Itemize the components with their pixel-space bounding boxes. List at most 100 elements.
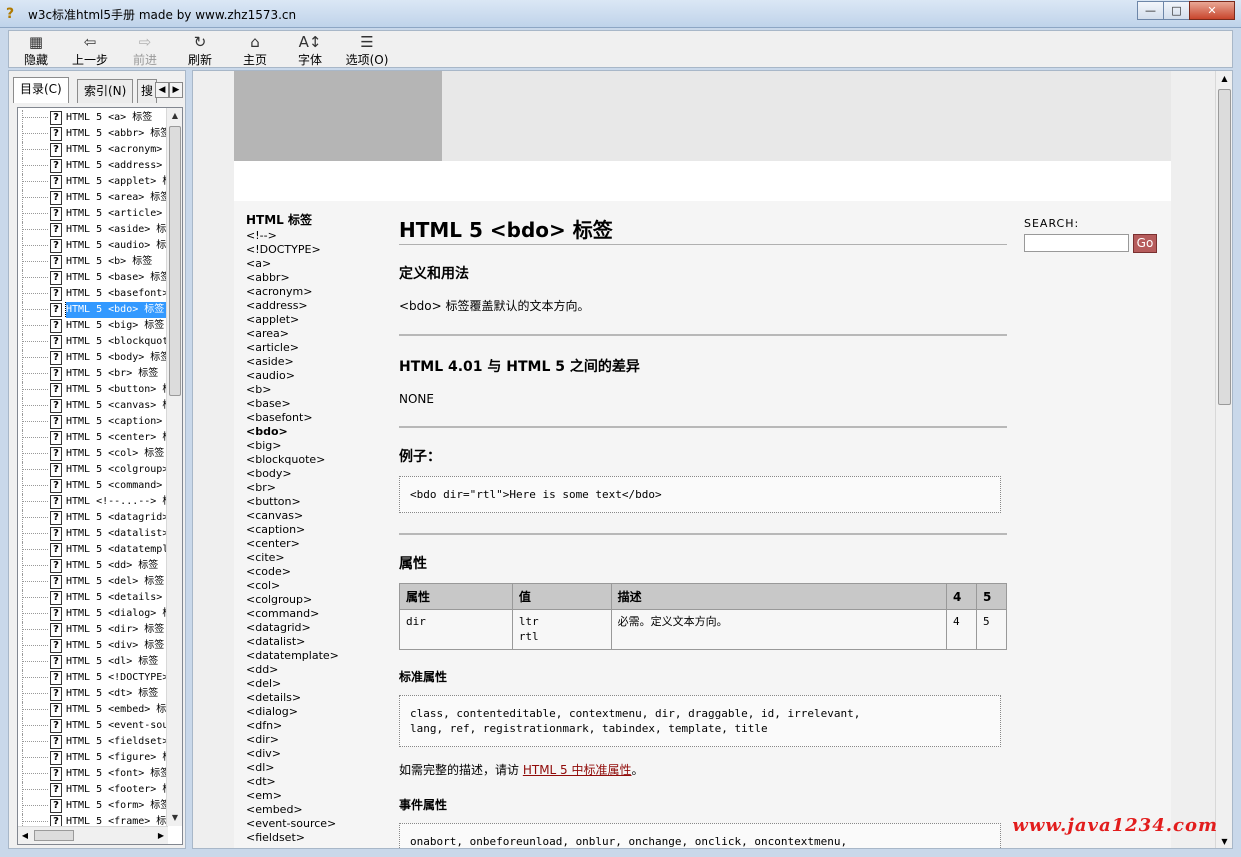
nav-link[interactable]: <embed> [246, 803, 386, 817]
nav-link[interactable]: <dd> [246, 663, 386, 677]
nav-link[interactable]: <colgroup> [246, 593, 386, 607]
nav-link[interactable]: <center> [246, 537, 386, 551]
tree-item[interactable]: ? HTML 5 <blockquote> [18, 334, 168, 350]
tree-item[interactable]: ? HTML 5 <form> 标签 [18, 798, 168, 814]
tree-item[interactable]: ? HTML 5 <datagrid> [18, 510, 168, 526]
tree-item[interactable]: ? HTML 5 <basefont> [18, 286, 168, 302]
tree-item[interactable]: ? HTML 5 <fieldset> [18, 734, 168, 750]
tree-item[interactable]: ? HTML 5 <audio> 标签 [18, 238, 168, 254]
nav-link[interactable]: <dialog> [246, 705, 386, 719]
tree-item[interactable]: ? HTML 5 <center> 标签 [18, 430, 168, 446]
nav-link[interactable]: <canvas> [246, 509, 386, 523]
nav-link[interactable]: <audio> [246, 369, 386, 383]
tree-vertical-scrollbar[interactable]: ▲ ▼ [166, 108, 182, 826]
nav-link[interactable]: <dfn> [246, 719, 386, 733]
tree-item[interactable]: ? HTML 5 <datatemplate> [18, 542, 168, 558]
nav-link[interactable]: <del> [246, 677, 386, 691]
tree-item[interactable]: ? HTML 5 <button> 标签 [18, 382, 168, 398]
nav-link[interactable]: <col> [246, 579, 386, 593]
nav-link[interactable]: <base> [246, 397, 386, 411]
nav-link[interactable]: <dl> [246, 761, 386, 775]
nav-link[interactable]: <div> [246, 747, 386, 761]
scroll-down-icon[interactable]: ▼ [1216, 834, 1232, 848]
tree-item[interactable]: ? HTML 5 <dir> 标签 [18, 622, 168, 638]
nav-link[interactable]: <acronym> [246, 285, 386, 299]
nav-link[interactable]: <big> [246, 439, 386, 453]
font-button[interactable]: A↕ 字体 [285, 33, 335, 68]
home-button[interactable]: ⌂ 主页 [230, 33, 280, 68]
search-input[interactable] [1024, 234, 1129, 252]
tree-scroll-thumb[interactable] [169, 126, 181, 396]
nav-link[interactable]: <body> [246, 467, 386, 481]
tree-item[interactable]: ? HTML 5 <dialog> 标签 [18, 606, 168, 622]
tree-item[interactable]: ? HTML 5 <dd> 标签 [18, 558, 168, 574]
nav-link[interactable]: <code> [246, 565, 386, 579]
tree-item[interactable]: ? HTML 5 <colgroup> [18, 462, 168, 478]
tree-item[interactable]: ? HTML 5 <br> 标签 [18, 366, 168, 382]
nav-link[interactable]: <bdo> [246, 425, 386, 439]
tree-item[interactable]: ? HTML 5 <article> [18, 206, 168, 222]
tree-item[interactable]: ? HTML 5 <acronym> [18, 142, 168, 158]
tab-search[interactable]: 搜 [137, 79, 157, 103]
nav-link[interactable]: <b> [246, 383, 386, 397]
nav-link[interactable]: <area> [246, 327, 386, 341]
tree-item[interactable]: ? HTML 5 <applet> 标签 [18, 174, 168, 190]
tree-hscroll-thumb[interactable] [34, 830, 74, 841]
back-button[interactable]: ⇦ 上一步 [65, 33, 115, 68]
nav-link[interactable]: <command> [246, 607, 386, 621]
tree-item[interactable]: ? HTML 5 <footer> 标签 [18, 782, 168, 798]
tree-item[interactable]: ? HTML 5 <bdo> 标签 [18, 302, 168, 318]
nav-link[interactable]: <em> [246, 789, 386, 803]
tree-item[interactable]: ? HTML 5 <div> 标签 [18, 638, 168, 654]
nav-link[interactable]: <abbr> [246, 271, 386, 285]
tree-item[interactable]: ? HTML 5 <abbr> 标签 [18, 126, 168, 142]
tree-item[interactable]: ? HTML 5 <a> 标签 [18, 110, 168, 126]
hide-button[interactable]: ▦ 隐藏 [11, 33, 61, 68]
content-scroll-thumb[interactable] [1218, 89, 1231, 405]
nav-link[interactable]: <article> [246, 341, 386, 355]
nav-link[interactable]: <event-source> [246, 817, 386, 831]
tree-item[interactable]: ? HTML 5 <caption> [18, 414, 168, 430]
nav-link[interactable]: <basefont> [246, 411, 386, 425]
nav-link[interactable]: <address> [246, 299, 386, 313]
standard-attributes-link[interactable]: HTML 5 中标准属性 [523, 763, 632, 777]
nav-link[interactable]: <dt> [246, 775, 386, 789]
tab-scroll-right-icon[interactable]: ▶ [169, 82, 183, 98]
scroll-left-icon[interactable]: ◀ [18, 828, 32, 844]
tree-item[interactable]: ? HTML 5 <base> 标签 [18, 270, 168, 286]
tree-item[interactable]: ? HTML 5 <dl> 标签 [18, 654, 168, 670]
maximize-button[interactable]: □ [1163, 1, 1190, 20]
tree-item[interactable]: ? HTML 5 <event-source> [18, 718, 168, 734]
minimize-button[interactable]: — [1137, 1, 1164, 20]
nav-link[interactable]: <button> [246, 495, 386, 509]
scroll-up-icon[interactable]: ▲ [1216, 71, 1232, 87]
tree-item[interactable]: ? HTML 5 <big> 标签 [18, 318, 168, 334]
scroll-up-icon[interactable]: ▲ [167, 108, 182, 124]
nav-link[interactable]: <!--> [246, 229, 386, 243]
nav-link[interactable]: <fieldset> [246, 831, 386, 845]
nav-link[interactable]: <br> [246, 481, 386, 495]
tab-contents[interactable]: 目录(C) [13, 77, 69, 103]
nav-link[interactable]: <datagrid> [246, 621, 386, 635]
nav-link[interactable]: <caption> [246, 523, 386, 537]
tree-item[interactable]: ? HTML 5 <!DOCTYPE> [18, 670, 168, 686]
nav-link[interactable]: <datalist> [246, 635, 386, 649]
tree-item[interactable]: ? HTML 5 <command> [18, 478, 168, 494]
tree-item[interactable]: ? HTML 5 <canvas> 标签 [18, 398, 168, 414]
tree-item[interactable]: ? HTML 5 <col> 标签 [18, 446, 168, 462]
tree-item[interactable]: ? HTML <!--...--> 标签 [18, 494, 168, 510]
refresh-button[interactable]: ↻ 刷新 [175, 33, 225, 68]
nav-link[interactable]: <applet> [246, 313, 386, 327]
tree-item[interactable]: ? HTML 5 <area> 标签 [18, 190, 168, 206]
nav-link[interactable]: <!DOCTYPE> [246, 243, 386, 257]
nav-link[interactable]: <details> [246, 691, 386, 705]
options-button[interactable]: ☰ 选项(O) [339, 33, 395, 68]
tree-horizontal-scrollbar[interactable]: ◀ ▶ [18, 826, 168, 844]
nav-link[interactable]: <dir> [246, 733, 386, 747]
tree-item[interactable]: ? HTML 5 <aside> 标签 [18, 222, 168, 238]
tab-scroll-left-icon[interactable]: ◀ [155, 82, 169, 98]
content-vertical-scrollbar[interactable]: ▲ ▼ [1215, 71, 1232, 848]
tree-item[interactable]: ? HTML 5 <address> [18, 158, 168, 174]
nav-link[interactable]: <datatemplate> [246, 649, 386, 663]
tree-item[interactable]: ? HTML 5 <details> [18, 590, 168, 606]
